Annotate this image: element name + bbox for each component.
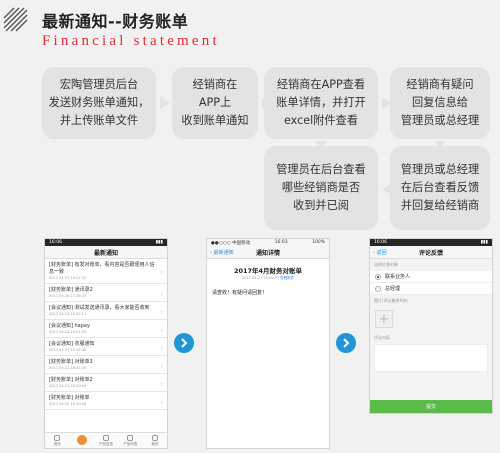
phone-feedback: 16:06 ▮▮▮ ‹ 返回 评论反馈 选择反馈对象 联系业务人 总经理 图片(评… (369, 238, 493, 414)
document-title: 2017年4月财务对账单 (233, 267, 303, 275)
comment-input[interactable] (374, 344, 488, 372)
nav-title: 评论反馈 (418, 249, 443, 257)
chevron-right-icon: › (160, 308, 163, 316)
chevron-right-icon: › (160, 380, 163, 388)
option-contact[interactable]: 联系业务人 (370, 271, 492, 283)
list-item[interactable]: [财务账单] 对账单2 2017-04-21 18:30:04 › (45, 374, 167, 392)
home-icon (54, 434, 61, 441)
chevron-right-icon: › (160, 398, 163, 406)
flow-step-1: 宏陶管理员后台 发送财务账单通知， 并上传账单文件 (42, 67, 156, 139)
nav-title: 通知详情 (255, 249, 280, 257)
page-title: 最新通知--财务账单 (42, 12, 189, 31)
nav-title: 最新通知 (93, 249, 118, 257)
flow-arrow-icon (336, 333, 356, 353)
document-body: 请查收！有疑问请回复！ (212, 290, 268, 296)
chevron-right-icon: › (160, 290, 163, 298)
radio-icon (375, 285, 381, 292)
submit-button[interactable]: 提交 (370, 400, 492, 413)
user-icon (151, 434, 158, 441)
status-bar: 16:06 ▮▮▮ (370, 239, 492, 246)
content-label: 评论内容 (374, 335, 390, 340)
back-button[interactable]: ‹ 最新通知 (210, 249, 234, 256)
radio-icon (375, 273, 381, 280)
list-item[interactable]: [财务账单] 对账单 2017-04-20 15:20:18 › (45, 392, 167, 410)
tab-notifications[interactable] (69, 433, 93, 448)
chevron-right-icon: › (160, 326, 163, 334)
list-item[interactable]: [会议通知] 测试发送通讯录，看大家能否收到 2017-04-24 15:32:… (45, 302, 167, 320)
list-icon (127, 434, 134, 441)
page-subtitle: Financial statement (42, 33, 220, 49)
nav-bar: ‹ 最新通知 通知详情 (207, 246, 329, 259)
image-label: 图片(评论最多9张) (374, 298, 408, 303)
notification-icon (76, 435, 87, 445)
diagonal-stripes-icon (3, 7, 28, 32)
tab-bar: 首页 产品信息 产品列表 我的 (45, 432, 167, 448)
tab-product-list[interactable]: 产品列表 (118, 433, 142, 448)
flow-step-4: 经销商有疑问 回复信息给 管理员或总经理 (390, 67, 490, 139)
tab-product-info[interactable]: 产品信息 (94, 433, 118, 448)
attachment-link[interactable]: 查看附件 (280, 276, 294, 280)
list-item[interactable]: [会议通知] hapay 2017-04-24 15:31:03 › (45, 320, 167, 338)
flow-step-6: 管理员或总经理 在后台查看反馈 并回复给经销商 (390, 146, 490, 230)
status-bar: 16:06 ▮▮▮ (45, 239, 167, 246)
status-bar: ●●○○○ 中国移动 16:03 100% (207, 239, 329, 246)
phone-notification-detail: ●●○○○ 中国移动 16:03 100% ‹ 最新通知 通知详情 2017年4… (206, 238, 330, 449)
document-meta: 2017-04-27 15:02:57 查看附件 (241, 276, 295, 280)
back-button[interactable]: ‹ 返回 (373, 249, 387, 256)
tab-mine[interactable]: 我的 (143, 433, 167, 448)
list-item[interactable]: [会议通知] 衣服通知 2017-04-23 12:05:40 › (45, 338, 167, 356)
product-icon (103, 434, 110, 441)
flow-arrow-icon (174, 333, 194, 353)
chevron-right-icon: › (160, 362, 163, 370)
plus-icon: + (378, 311, 390, 327)
tab-home[interactable]: 首页 (45, 433, 69, 448)
nav-bar: ‹ 返回 评论反馈 (370, 246, 492, 259)
phone-notification-list: 16:06 ▮▮▮ 最新通知 [财务账单] 有发对账单，看内容是否跟便用人信息一致… (44, 238, 168, 449)
list-item[interactable]: [财务账单] 通讯录2 2017-04-26 17:38:33 › (45, 284, 167, 302)
arrow-right-icon (160, 97, 170, 109)
flow-step-2: 经销商在 APP上 收到账单通知 (172, 67, 258, 139)
notification-list: [财务账单] 有发对账单，看内容是否跟便用人信息一致 2017-04-27 19… (45, 259, 167, 410)
flow-step-5: 管理员在后台查看 哪些经销商是否 收到并已阅 (264, 146, 378, 230)
option-manager[interactable]: 总经理 (370, 283, 492, 295)
flow-step-3: 经销商在APP查看 账单详情，并打开 excel附件查看 (264, 67, 378, 139)
recipient-label: 选择反馈对象 (374, 262, 398, 267)
add-image-button[interactable]: + (375, 310, 393, 328)
chevron-right-icon: › (160, 344, 163, 352)
list-item[interactable]: [财务账单] 有发对账单，看内容是否跟便用人信息一致 2017-04-27 19… (45, 259, 167, 284)
chevron-right-icon: › (160, 268, 163, 276)
list-item[interactable]: [财务账单] 对账单3 2017-04-21 18:31:20 › (45, 356, 167, 374)
battery-icon: ▮▮▮ (480, 240, 488, 245)
battery-icon: ▮▮▮ (155, 240, 163, 245)
nav-bar: 最新通知 (45, 246, 167, 259)
